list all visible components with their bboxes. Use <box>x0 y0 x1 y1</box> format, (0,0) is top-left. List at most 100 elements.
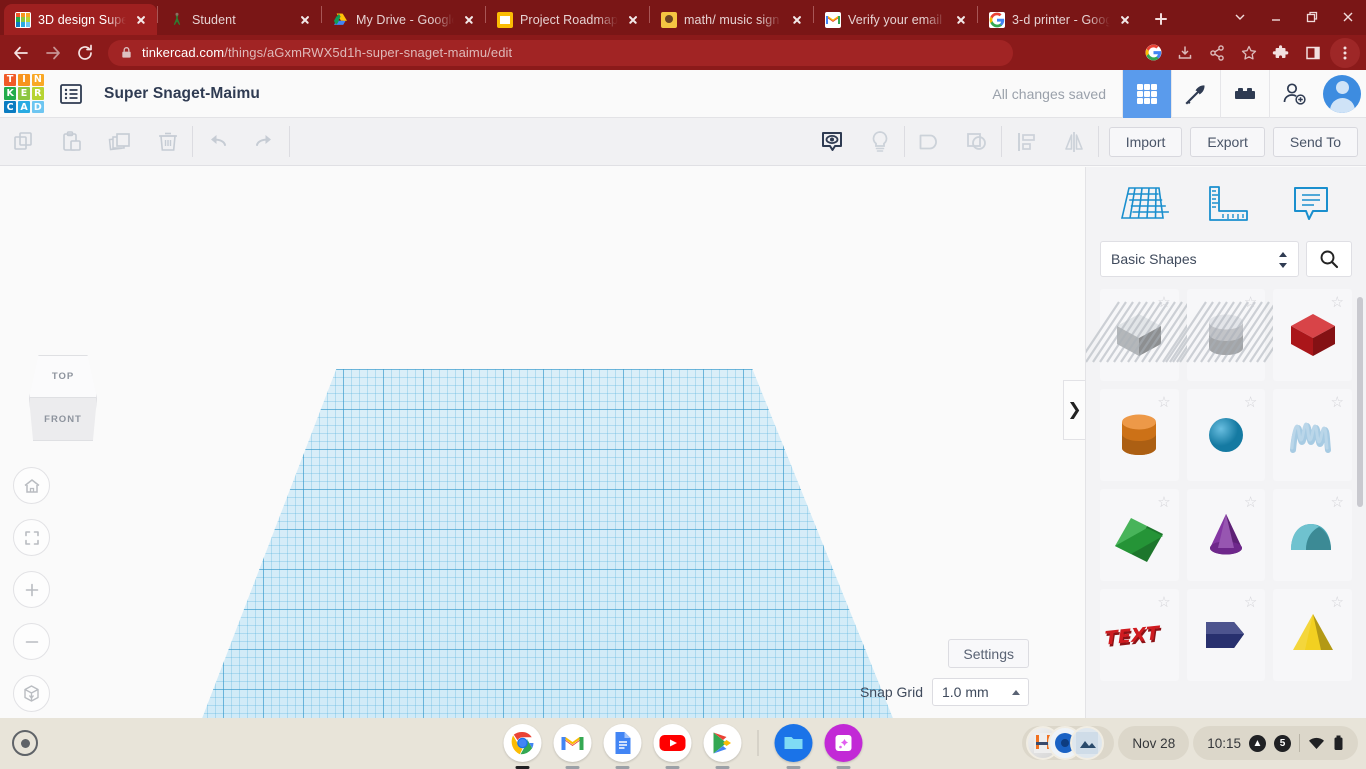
ruler-icon[interactable] <box>1202 182 1252 226</box>
thumbnail-3[interactable] <box>1070 726 1104 760</box>
send-to-button[interactable]: Send To <box>1273 127 1358 157</box>
battery-icon[interactable] <box>1333 735 1344 751</box>
undo-button[interactable] <box>193 118 241 165</box>
reload-icon[interactable] <box>70 38 100 68</box>
shape-sphere[interactable]: ☆ <box>1187 389 1266 481</box>
play-store-app[interactable] <box>704 724 742 762</box>
view-cube[interactable]: TOP FRONT <box>29 355 97 441</box>
share-icon[interactable] <box>1202 38 1232 68</box>
favorite-star-icon[interactable]: ☆ <box>1331 495 1344 510</box>
mode-blocks-button[interactable] <box>1122 70 1171 118</box>
wifi-icon[interactable] <box>1308 736 1325 751</box>
duplicate-button[interactable] <box>96 118 144 165</box>
shape-polygon[interactable]: ☆ <box>1187 589 1266 681</box>
shapes-scrollbar[interactable] <box>1357 297 1363 507</box>
chevron-down-icon[interactable] <box>1222 2 1258 32</box>
tray-status-area[interactable]: 10:15 ▲ 5 <box>1193 726 1358 760</box>
favorite-star-icon[interactable]: ☆ <box>1157 395 1170 410</box>
favorite-star-icon[interactable]: ☆ <box>1244 295 1257 310</box>
new-tab-button[interactable] <box>1147 5 1175 33</box>
close-icon[interactable] <box>953 12 969 28</box>
browser-tab-4[interactable]: math/ music sign <box>650 4 813 35</box>
shape-roof[interactable]: ☆ <box>1100 489 1179 581</box>
tray-date[interactable]: Nov 28 <box>1118 726 1189 760</box>
delete-button[interactable] <box>144 118 192 165</box>
mirror-button[interactable] <box>1050 118 1098 165</box>
group-button[interactable] <box>905 118 953 165</box>
shape-text[interactable]: ☆TEXTTEXT <box>1100 589 1179 681</box>
address-bar[interactable]: tinkercad.com/things/aGxmRWX5d1h-super-s… <box>108 40 1013 66</box>
sidepanel-icon[interactable] <box>1298 38 1328 68</box>
install-icon[interactable] <box>1170 38 1200 68</box>
forward-icon[interactable] <box>38 38 68 68</box>
youtube-app[interactable] <box>654 724 692 762</box>
align-button[interactable] <box>1002 118 1050 165</box>
home-view-button[interactable] <box>13 467 50 504</box>
export-button[interactable]: Export <box>1190 127 1264 157</box>
ungroup-button[interactable] <box>953 118 1001 165</box>
show-hide-button[interactable] <box>808 118 856 165</box>
favorite-star-icon[interactable]: ☆ <box>1157 595 1170 610</box>
fit-to-view-button[interactable] <box>13 519 50 556</box>
workplane-grid-icon[interactable] <box>1117 182 1167 226</box>
close-icon[interactable] <box>1330 2 1366 32</box>
tinkercad-logo-icon[interactable]: TINKERCAD <box>0 70 48 118</box>
shape-pyramid[interactable]: ☆ <box>1273 589 1352 681</box>
redo-button[interactable] <box>241 118 289 165</box>
note-button[interactable] <box>856 118 904 165</box>
gmail-app[interactable] <box>554 724 592 762</box>
project-menu-button[interactable] <box>48 70 94 118</box>
close-icon[interactable] <box>297 12 313 28</box>
browser-tab-2[interactable]: My Drive - Google D <box>322 4 485 35</box>
chrome-app[interactable] <box>504 724 542 762</box>
google-account-icon[interactable] <box>1138 38 1168 68</box>
shape-box-hole[interactable]: ☆ <box>1100 289 1179 381</box>
favorite-star-icon[interactable]: ☆ <box>1331 395 1344 410</box>
shape-scribble[interactable]: ☆ <box>1273 389 1352 481</box>
browser-tab-0[interactable]: 3D design Super S <box>4 4 157 35</box>
import-button[interactable]: Import <box>1109 127 1183 157</box>
browser-tab-5[interactable]: Verify your email ( <box>814 4 977 35</box>
settings-button[interactable]: Settings <box>948 639 1029 668</box>
favorite-star-icon[interactable]: ☆ <box>1244 595 1257 610</box>
favorite-star-icon[interactable]: ☆ <box>1157 295 1170 310</box>
view-cube-top-face[interactable]: TOP <box>29 355 97 398</box>
avatar[interactable] <box>1318 70 1366 118</box>
photo-editor-app[interactable] <box>825 724 863 762</box>
favorite-star-icon[interactable]: ☆ <box>1244 495 1257 510</box>
workplane-grid[interactable] <box>183 369 913 718</box>
3d-viewport[interactable]: TOP FRONT <box>0 167 1085 718</box>
launcher-icon[interactable] <box>12 730 38 756</box>
mode-minecraft-button[interactable] <box>1171 70 1220 118</box>
back-icon[interactable] <box>6 38 36 68</box>
browser-tab-6[interactable]: 3-d printer - Googl <box>978 4 1141 35</box>
shape-cylinder[interactable]: ☆ <box>1100 389 1179 481</box>
close-icon[interactable] <box>625 12 641 28</box>
browser-tab-3[interactable]: Project Roadmap- <box>486 4 649 35</box>
invite-people-button[interactable] <box>1269 70 1318 118</box>
workplane[interactable]: Workplane <box>183 369 913 718</box>
shape-box[interactable]: ☆ <box>1273 289 1352 381</box>
favorite-star-icon[interactable]: ☆ <box>1157 495 1170 510</box>
bookmark-star-icon[interactable] <box>1234 38 1264 68</box>
favorite-star-icon[interactable]: ☆ <box>1244 395 1257 410</box>
google-docs-app[interactable] <box>604 724 642 762</box>
zoom-out-button[interactable] <box>13 623 50 660</box>
favorite-star-icon[interactable]: ☆ <box>1331 595 1344 610</box>
search-icon[interactable] <box>1306 241 1352 277</box>
snap-grid-select[interactable]: 1.0 mm <box>932 678 1029 706</box>
close-icon[interactable] <box>789 12 805 28</box>
browser-tab-1[interactable]: Student <box>158 4 321 35</box>
note-bubble-icon[interactable] <box>1287 182 1335 226</box>
mode-bricks-button[interactable] <box>1220 70 1269 118</box>
up-arrow-badge-icon[interactable]: ▲ <box>1249 735 1266 752</box>
extensions-icon[interactable] <box>1266 38 1296 68</box>
perspective-toggle-button[interactable] <box>13 675 50 712</box>
restore-icon[interactable] <box>1294 2 1330 32</box>
shape-category-select[interactable]: Basic Shapes <box>1100 241 1299 277</box>
collapse-panel-button[interactable]: ❯ <box>1063 380 1085 440</box>
minimize-icon[interactable] <box>1258 2 1294 32</box>
menu-kebab-icon[interactable] <box>1330 38 1360 68</box>
close-icon[interactable] <box>461 12 477 28</box>
favorite-star-icon[interactable]: ☆ <box>1331 295 1344 310</box>
